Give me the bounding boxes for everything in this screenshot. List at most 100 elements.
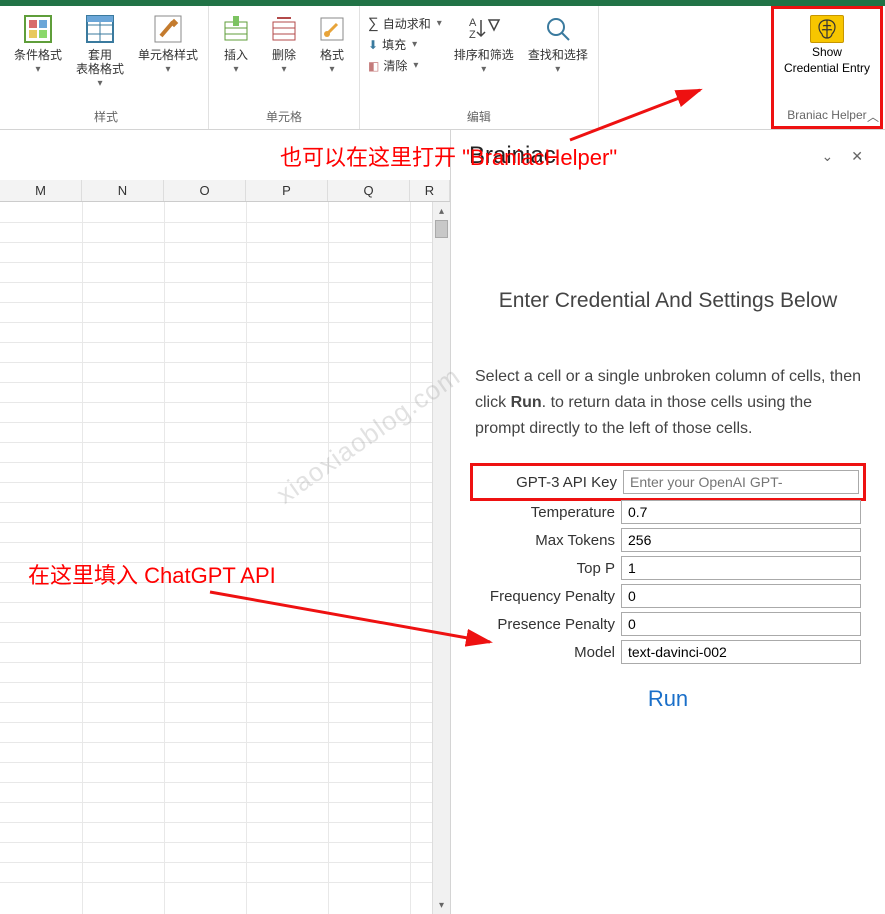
brain-icon: [810, 15, 844, 43]
col-header[interactable]: Q: [328, 180, 410, 201]
ribbon-group-styles: 条件格式 ▾ 套用 表格格式 ▾ 单元格样式 ▾ 样式: [4, 6, 209, 129]
brainiac-task-pane: Brainiac ⌄ ✕ Enter Credential And Settin…: [451, 130, 885, 914]
show-credential-line1: Show: [812, 45, 842, 59]
format-as-table-button[interactable]: 套用 表格格式 ▾: [72, 10, 128, 91]
chevron-down-icon: ▾: [555, 64, 560, 75]
chevron-down-icon: ▾: [35, 64, 40, 75]
main-area: M N O P Q R ▴ ▾ Brainiac ⌄ ✕ Enter: [0, 130, 885, 914]
show-credential-line2: Credential Entry: [784, 61, 870, 75]
insert-label: 插入: [224, 48, 248, 62]
pane-title: Brainiac: [469, 142, 808, 170]
chevron-down-icon: ▾: [330, 64, 335, 75]
max-tokens-row: Max Tokens: [475, 528, 861, 552]
cell-grid[interactable]: ▴ ▾: [0, 202, 450, 914]
settings-form: GPT-3 API Key Temperature Max Tokens Top…: [475, 468, 861, 664]
fill-button[interactable]: ⬇ 填充 ▾: [366, 35, 444, 54]
cell-styles-label: 单元格样式: [138, 48, 198, 62]
temperature-input[interactable]: [621, 500, 861, 524]
freq-penalty-row: Frequency Penalty: [475, 584, 861, 608]
column-headers: M N O P Q R: [0, 180, 450, 202]
delete-label: 删除: [272, 48, 296, 62]
col-header[interactable]: R: [410, 180, 450, 201]
group-label-styles: 样式: [94, 108, 118, 125]
pane-menu-button[interactable]: ⌄: [818, 144, 838, 169]
sigma-icon: ∑: [368, 15, 379, 32]
temperature-row: Temperature: [475, 500, 861, 524]
instr-bold: Run: [511, 394, 542, 411]
cell-styles-button[interactable]: 单元格样式 ▾: [134, 10, 202, 77]
format-cells-icon: [315, 12, 349, 46]
svg-text:A: A: [469, 17, 477, 29]
chevron-down-icon: ▾: [166, 64, 171, 75]
conditional-format-icon: [21, 12, 55, 46]
find-select-label: 查找和选择: [528, 48, 588, 62]
model-label: Model: [475, 644, 615, 661]
col-header[interactable]: N: [82, 180, 164, 201]
ribbon-collapse-button[interactable]: ︿: [867, 108, 879, 125]
col-header[interactable]: M: [0, 180, 82, 201]
find-select-button[interactable]: 查找和选择 ▾: [524, 10, 592, 77]
chevron-down-icon: ▾: [234, 64, 239, 75]
col-header[interactable]: P: [246, 180, 328, 201]
group-label-editing: 编辑: [467, 108, 491, 125]
max-tokens-label: Max Tokens: [475, 532, 615, 549]
insert-button[interactable]: 插入 ▾: [215, 10, 257, 77]
insert-cells-icon: [219, 12, 253, 46]
show-credential-entry-button[interactable]: Show Credential Entry: [780, 11, 874, 79]
ribbon: 条件格式 ▾ 套用 表格格式 ▾ 单元格样式 ▾ 样式: [0, 6, 885, 130]
format-as-table-icon: [83, 12, 117, 46]
scroll-up-icon[interactable]: ▴: [433, 202, 450, 220]
autosum-button[interactable]: ∑ 自动求和 ▾: [366, 14, 444, 33]
ribbon-group-cells: 插入 ▾ 删除 ▾ 格式 ▾ 单元格: [209, 6, 360, 129]
model-input[interactable]: [621, 640, 861, 664]
autosum-label: 自动求和: [383, 15, 431, 32]
magnifier-icon: [541, 12, 575, 46]
close-icon: ✕: [851, 148, 863, 164]
fill-down-icon: ⬇: [368, 38, 378, 52]
format-label: 格式: [320, 48, 344, 62]
eraser-icon: ◧: [368, 59, 379, 73]
max-tokens-input[interactable]: [621, 528, 861, 552]
scrollbar-thumb[interactable]: [435, 220, 448, 238]
freq-penalty-input[interactable]: [621, 584, 861, 608]
sort-filter-button[interactable]: AZ 排序和筛选 ▾: [450, 10, 518, 77]
worksheet: M N O P Q R ▴ ▾: [0, 130, 451, 914]
clear-label: 清除: [383, 57, 407, 74]
chevron-down-icon: ▾: [481, 64, 486, 75]
chevron-down-icon: ▾: [98, 78, 103, 89]
sort-filter-label: 排序和筛选: [454, 48, 514, 62]
group-label-braniac: Braniac Helper: [787, 108, 866, 122]
chevron-down-icon: ▾: [413, 60, 418, 71]
delete-cells-icon: [267, 12, 301, 46]
api-key-input[interactable]: [623, 470, 859, 494]
freq-penalty-label: Frequency Penalty: [475, 588, 615, 605]
pane-close-button[interactable]: ✕: [847, 144, 867, 169]
delete-button[interactable]: 删除 ▾: [263, 10, 305, 77]
chevron-down-icon: ▾: [412, 39, 417, 50]
api-key-row: GPT-3 API Key: [475, 468, 861, 496]
sort-filter-icon: AZ: [467, 12, 501, 46]
credential-heading: Enter Credential And Settings Below: [475, 286, 861, 316]
clear-button[interactable]: ◧ 清除 ▾: [366, 56, 444, 75]
chevron-down-icon: ▾: [437, 18, 442, 29]
col-header[interactable]: O: [164, 180, 246, 201]
cell-styles-icon: [151, 12, 185, 46]
run-link[interactable]: Run: [648, 686, 688, 711]
api-key-label: GPT-3 API Key: [477, 474, 617, 491]
scroll-down-icon[interactable]: ▾: [433, 896, 450, 914]
temperature-label: Temperature: [475, 504, 615, 521]
conditional-format-button[interactable]: 条件格式 ▾: [10, 10, 66, 77]
vertical-scrollbar[interactable]: ▴ ▾: [432, 202, 450, 914]
conditional-format-label: 条件格式: [14, 48, 62, 62]
fill-label: 填充: [382, 36, 406, 53]
ribbon-group-editing: ∑ 自动求和 ▾ ⬇ 填充 ▾ ◧ 清除 ▾ AZ: [360, 6, 599, 129]
format-button[interactable]: 格式 ▾: [311, 10, 353, 77]
chevron-down-icon: ▾: [282, 64, 287, 75]
top-p-label: Top P: [475, 560, 615, 577]
top-p-row: Top P: [475, 556, 861, 580]
top-p-input[interactable]: [621, 556, 861, 580]
pres-penalty-row: Presence Penalty: [475, 612, 861, 636]
chevron-down-icon: ⌄: [822, 148, 834, 164]
format-as-table-label: 套用 表格格式: [76, 48, 124, 76]
pres-penalty-input[interactable]: [621, 612, 861, 636]
